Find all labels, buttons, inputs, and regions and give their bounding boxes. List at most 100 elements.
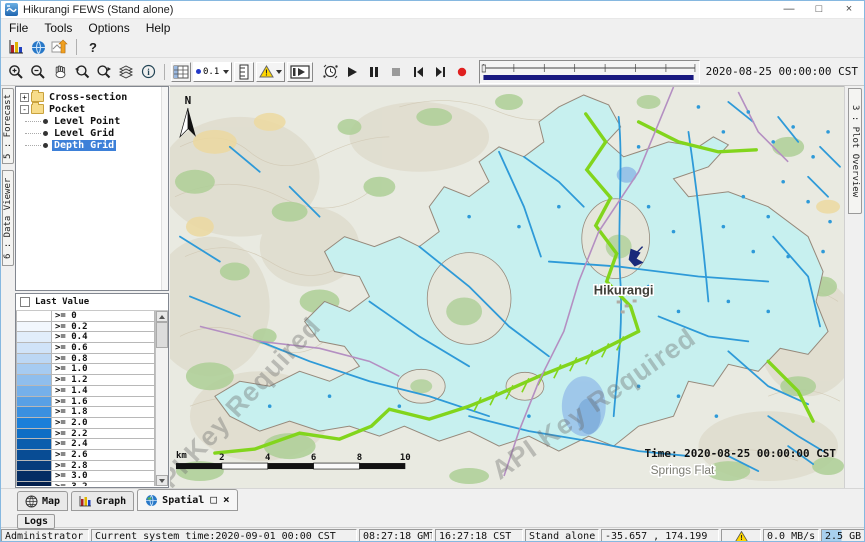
tree-item-label-selected: Depth Grid — [52, 140, 116, 151]
pause-button[interactable] — [364, 62, 384, 82]
legend-swatch — [16, 407, 52, 418]
legend-row: >= 1.8 — [16, 407, 155, 418]
tab-map[interactable]: Map — [17, 491, 68, 511]
menu-file[interactable]: File — [1, 20, 36, 36]
scroll-down-icon[interactable] — [156, 475, 168, 486]
tab-graph[interactable]: Graph — [71, 491, 134, 511]
scroll-track[interactable] — [156, 322, 168, 475]
menu-tools[interactable]: Tools — [36, 20, 80, 36]
legend-row: >= 2.6 — [16, 450, 155, 461]
last-value-label: Last Value — [35, 297, 89, 307]
tab-spatial[interactable]: Spatial □ × — [137, 489, 237, 511]
tab-plot-overview[interactable]: 3 : Plot Overview — [848, 88, 862, 214]
legend-swatch — [16, 322, 52, 333]
thresholds-dropdown[interactable]: ! — [256, 62, 285, 82]
map-canvas[interactable]: API Key Required API Key Required Hikura… — [170, 86, 844, 488]
classbreak-dropdown[interactable]: 0.1 — [193, 62, 232, 82]
legend-row-label: >= 0.4 — [52, 332, 155, 343]
expander-icon[interactable]: + — [20, 93, 29, 102]
svg-text:!: ! — [740, 535, 742, 542]
dot-icon — [196, 69, 201, 74]
legend-row: >= 0 — [16, 311, 155, 322]
legend-row: >= 0.2 — [16, 322, 155, 333]
legend-row-label: >= 1.0 — [52, 364, 155, 375]
tree-item-depth-grid[interactable]: Depth Grid — [16, 139, 161, 151]
legend-swatch — [16, 439, 52, 450]
tab-graph-label: Graph — [96, 496, 126, 507]
zoom-previous-icon[interactable] — [72, 62, 92, 82]
folder-icon — [31, 92, 44, 102]
map-time-overlay: Time: 2020-08-25 00:00:00 CST — [645, 447, 837, 460]
tree-item-level-grid[interactable]: Level Grid — [16, 127, 161, 139]
animation-panel-icon[interactable] — [287, 62, 313, 82]
svg-text:!: ! — [265, 69, 268, 78]
skip-start-button[interactable] — [408, 62, 428, 82]
last-value-checkbox[interactable] — [20, 297, 30, 307]
tab-forecast[interactable]: 5 : Forecast — [2, 88, 14, 164]
status-gmt-time: 08:27:18 GMT — [359, 529, 433, 542]
town-label: Hikurangi — [594, 282, 654, 297]
expander-icon[interactable]: - — [20, 105, 29, 114]
profile-chart-icon[interactable] — [50, 37, 70, 57]
legend-swatch — [16, 450, 52, 461]
time-navigator-icon[interactable] — [320, 62, 340, 82]
legend-scrollbar[interactable] — [155, 311, 168, 486]
tree-guide — [25, 121, 41, 122]
zoom-out-icon[interactable] — [28, 62, 48, 82]
menu-options[interactable]: Options — [80, 20, 137, 36]
legend-swatch — [16, 461, 52, 472]
scalebar-toggle-icon[interactable] — [234, 62, 254, 82]
tree-scrollbar[interactable] — [161, 87, 168, 290]
results-chart-icon[interactable] — [6, 37, 26, 57]
tab-close-button[interactable]: × — [223, 495, 230, 505]
skip-end-button[interactable] — [430, 62, 450, 82]
maximize-button[interactable]: □ — [804, 1, 834, 19]
legend-row-label: >= 2.8 — [52, 461, 155, 472]
scroll-thumb[interactable] — [156, 322, 168, 348]
legend-row-label: >= 2.6 — [52, 450, 155, 461]
zoom-in-icon[interactable] — [6, 62, 26, 82]
title-bar: Hikurangi FEWS (Stand alone) — □ × — [1, 1, 864, 19]
grid-display-icon[interactable] — [171, 62, 191, 82]
status-memory: 2.5 GB — [821, 529, 865, 542]
globe-icon[interactable] — [28, 37, 48, 57]
scroll-up-icon[interactable] — [156, 311, 168, 322]
left-panel: + Cross-section - Pocket Level Point — [15, 86, 170, 488]
current-time-label: 2020-08-25 00:00:00 CST — [706, 65, 858, 78]
scale-tick: 4 — [265, 453, 270, 463]
status-mode: Stand alone — [525, 529, 599, 542]
logs-button[interactable]: Logs — [17, 514, 55, 529]
svg-text:i: i — [147, 67, 150, 77]
bullet-icon — [43, 131, 48, 136]
status-system-time: Current system time:2020-09-01 00:00 CST — [91, 529, 357, 542]
help-button[interactable]: ? — [83, 37, 103, 57]
legend-swatch — [16, 418, 52, 429]
scale-tick: 10 — [400, 453, 411, 463]
timeline-slider[interactable] — [479, 60, 699, 84]
tab-float-button[interactable]: □ — [210, 495, 217, 505]
legend-swatch — [16, 482, 52, 486]
info-icon[interactable]: i — [138, 62, 158, 82]
play-button[interactable] — [342, 62, 362, 82]
legend-row: >= 1.0 — [16, 364, 155, 375]
tab-data-viewer[interactable]: 6 : Data Viewer — [2, 170, 14, 266]
close-button[interactable]: × — [834, 1, 864, 19]
window-title: Hikurangi FEWS (Stand alone) — [23, 4, 774, 16]
place-label: Springs Flat — [651, 463, 715, 477]
tree-item-level-point[interactable]: Level Point — [16, 115, 161, 127]
status-warning-cell[interactable]: ! — [721, 529, 761, 542]
zoom-next-icon[interactable] — [94, 62, 114, 82]
legend-row-label: >= 0.2 — [52, 322, 155, 333]
north-label: N — [185, 94, 192, 107]
layers-icon[interactable] — [116, 62, 136, 82]
menu-help[interactable]: Help — [138, 20, 179, 36]
status-user: Administrator — [1, 529, 89, 542]
record-button[interactable] — [452, 62, 472, 82]
pan-hand-icon[interactable] — [50, 62, 70, 82]
tree-item-pocket[interactable]: - Pocket — [16, 103, 161, 115]
scale-tick: 8 — [357, 453, 362, 463]
tree-guide — [25, 145, 41, 146]
minimize-button[interactable]: — — [774, 1, 804, 19]
stop-button[interactable] — [386, 62, 406, 82]
right-tab-strip: 3 : Plot Overview — [844, 86, 864, 488]
